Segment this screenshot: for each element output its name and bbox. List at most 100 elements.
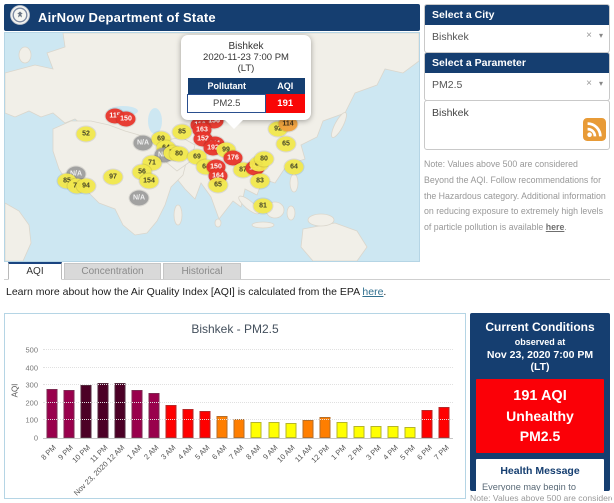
map-marker[interactable]: 80 — [255, 152, 274, 167]
map-marker[interactable]: N/A — [130, 191, 149, 206]
map-marker[interactable]: 83 — [251, 174, 270, 189]
chart-bar-slot — [385, 350, 402, 438]
chart-bar-slot — [419, 350, 436, 438]
parameter-select-value: PM2.5 — [432, 79, 462, 91]
map-marker[interactable]: 65 — [277, 137, 296, 152]
map-marker[interactable]: 80 — [170, 147, 189, 162]
learn-more-suffix: . — [383, 286, 386, 298]
map-marker[interactable]: 94 — [77, 179, 96, 194]
chart-bar — [200, 411, 211, 438]
city-dropdown-caret-icon[interactable]: ▾ — [599, 31, 603, 40]
chart-bar — [388, 426, 399, 438]
chart-bar-slot — [180, 350, 197, 438]
popup-pollutant-value: PM2.5 — [188, 95, 266, 113]
health-message-card: Health Message Everyone may begin to exp… — [476, 459, 604, 491]
chart-x-tick: 4 AM — [180, 440, 197, 499]
chart-x-tick: 1 PM — [333, 440, 350, 499]
feed-box: Bishkek — [424, 100, 610, 150]
map-marker[interactable]: N/A — [134, 136, 153, 151]
chart-x-tick: 3 AM — [163, 440, 180, 499]
chart-y-tick-label: 200 — [13, 398, 38, 407]
chart-x-tick: 8 PM — [43, 440, 60, 499]
chart-title: Bishkek - PM2.5 — [5, 322, 465, 336]
popup-table: Pollutant AQI PM2.5 191 — [187, 78, 305, 113]
aqi-status-card: 191 AQI Unhealthy PM2.5 — [476, 379, 604, 453]
chart-y-tick-label: 0 — [13, 434, 38, 443]
chart-bar — [302, 420, 313, 438]
chart-bar-slot — [43, 350, 60, 438]
chart-gridline — [43, 367, 453, 368]
chart-bar-slot — [367, 350, 384, 438]
chart-x-tick: 4 PM — [385, 440, 402, 499]
observed-at-datetime: Nov 23, 2020 7:00 PM (LT) — [476, 349, 604, 373]
map-marker[interactable]: 65 — [209, 178, 228, 193]
chart-bar-slot — [197, 350, 214, 438]
chart-bar — [439, 407, 450, 438]
map-marker[interactable]: 64 — [285, 160, 304, 175]
popup-col-pollutant: Pollutant — [188, 78, 266, 95]
city-select[interactable]: Bishkek ×▾ — [425, 25, 609, 52]
chart-bar — [251, 422, 262, 438]
feed-city-label: Bishkek — [432, 107, 469, 119]
chart-x-tick: 12 PM — [316, 440, 333, 499]
parameter-dropdown-caret-icon[interactable]: ▾ — [599, 79, 603, 88]
chart-y-tick-label: 500 — [13, 346, 38, 355]
chart-bar-slot — [128, 350, 145, 438]
map-marker[interactable]: 150 — [117, 112, 136, 127]
learn-more-link[interactable]: here — [362, 286, 383, 298]
chart-bar — [97, 383, 108, 438]
tab-concentration[interactable]: Concentration — [64, 263, 161, 279]
chart-bars — [43, 350, 453, 438]
chart-bar-slot — [350, 350, 367, 438]
chart-bar — [268, 422, 279, 438]
popup-col-aqi: AQI — [266, 78, 305, 95]
chart-bar — [114, 383, 125, 438]
tab-aqi[interactable]: AQI — [8, 262, 62, 280]
popup-timezone: (LT) — [187, 63, 305, 74]
sidebar-note: Note: Values above 500 are considered Be… — [424, 157, 610, 236]
chart-bar-slot — [94, 350, 111, 438]
sidebar-note-link[interactable]: here — [546, 222, 565, 232]
chart-y-tick-label: 300 — [13, 381, 38, 390]
chart-x-tick: 5 AM — [197, 440, 214, 499]
chart-bar — [285, 423, 296, 438]
parameter-select[interactable]: PM2.5 × ▾ — [425, 73, 609, 100]
popup-aqi-value: 191 — [266, 95, 305, 113]
chart-plot-area: 0100200300400500 — [43, 350, 453, 439]
map-marker[interactable]: 52 — [77, 127, 96, 142]
aqi-pollutant: PM2.5 — [480, 428, 600, 444]
map-marker[interactable]: 85 — [173, 125, 192, 140]
tab-historical[interactable]: Historical — [163, 263, 241, 279]
page-title: AirNow Department of State — [38, 10, 216, 25]
map-marker[interactable]: 97 — [104, 170, 123, 185]
chart-bar — [183, 409, 194, 438]
map-marker[interactable]: 81 — [254, 199, 273, 214]
chart-x-tick: 2 AM — [145, 440, 162, 499]
aqi-chart-panel: Bishkek - PM2.5 AQI 0100200300400500 8 P… — [4, 313, 466, 499]
chart-bar-slot — [145, 350, 162, 438]
map-marker[interactable]: 154 — [140, 174, 159, 189]
chart-bar — [46, 389, 57, 438]
parameter-select-box: Select a Parameter PM2.5 × ▾ — [424, 52, 610, 101]
aqi-world-map[interactable]: 1151505285N/A6964N/A7080715615497N/AN/A8… — [4, 32, 420, 262]
chart-y-tick-label: 400 — [13, 363, 38, 372]
chart-x-tick: 3 PM — [367, 440, 384, 499]
chart-x-tick: Nov 23, 2020 12 AM — [111, 440, 128, 499]
sidebar-note-suffix: . — [564, 222, 566, 232]
chart-bar-slot — [163, 350, 180, 438]
chart-x-tick: 6 AM — [214, 440, 231, 499]
chart-x-tick: 8 AM — [248, 440, 265, 499]
chart-bar-slot — [77, 350, 94, 438]
chart-bar-slot — [60, 350, 77, 438]
chart-bar-slot — [231, 350, 248, 438]
chart-gridline — [43, 419, 453, 420]
city-clear-icon[interactable]: × — [586, 30, 592, 41]
chart-x-tick: 7 PM — [436, 440, 453, 499]
chart-bar — [371, 426, 382, 438]
parameter-select-label: Select a Parameter — [425, 53, 609, 73]
health-message-title: Health Message — [482, 465, 598, 477]
rss-icon[interactable] — [583, 118, 606, 146]
current-conditions-panel: Current Conditions observed at Nov 23, 2… — [470, 313, 610, 491]
parameter-clear-icon[interactable]: × — [586, 78, 592, 89]
chart-gridline — [43, 402, 453, 403]
